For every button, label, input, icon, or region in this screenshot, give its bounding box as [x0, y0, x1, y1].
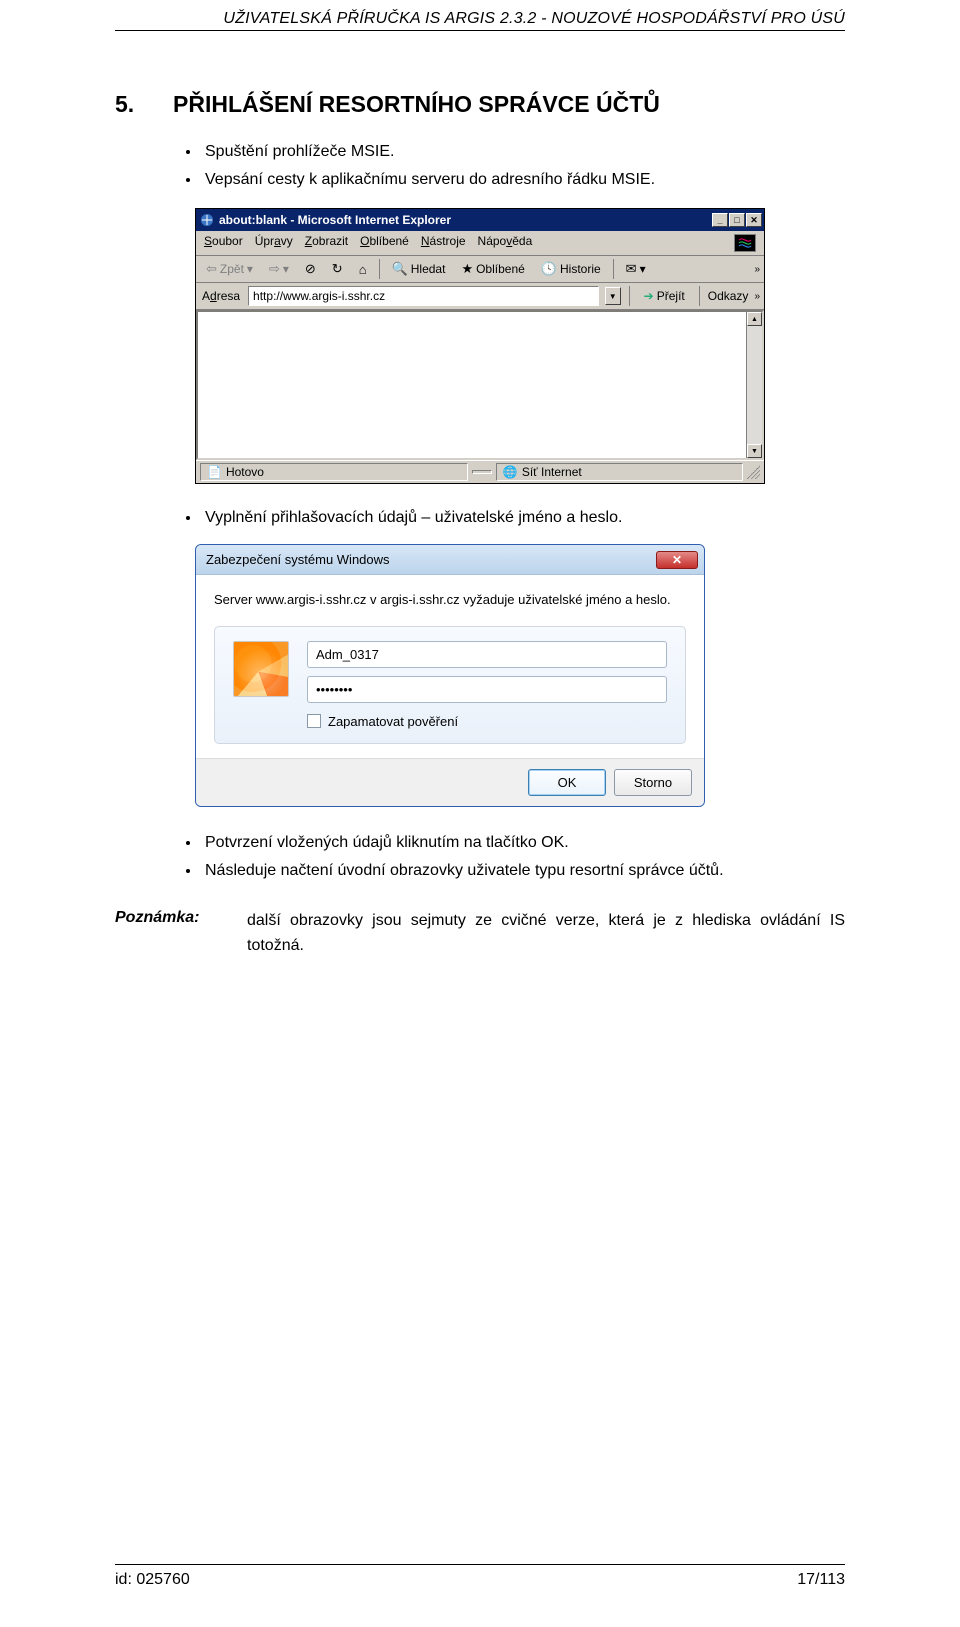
user-avatar — [233, 641, 289, 697]
list-item: Vepsání cesty k aplikačnímu serveru do a… — [201, 168, 845, 192]
arrow-left-icon: ⇦ — [206, 261, 217, 277]
forward-button[interactable]: ⇨▾ — [263, 259, 295, 279]
mail-button[interactable]: ✉▾ — [620, 259, 652, 279]
history-button[interactable]: 🕓Historie — [535, 259, 607, 279]
address-dropdown[interactable]: ▼ — [605, 287, 621, 305]
favorites-button[interactable]: ★Oblíbené — [455, 259, 530, 279]
list-item: Vyplnění přihlašovacích údajů – uživatel… — [201, 506, 845, 530]
ie-content-area: ▲ ▼ — [196, 310, 764, 460]
links-overflow[interactable]: » — [754, 291, 760, 302]
menu-soubor[interactable]: Soubor — [204, 234, 243, 252]
note-row: Poznámka: další obrazovky jsou sejmuty z… — [115, 909, 845, 959]
go-icon: ➔ — [644, 289, 654, 303]
status-right: 🌐 Síť Internet — [496, 463, 743, 481]
username-field[interactable] — [307, 641, 667, 668]
dialog-footer: OK Storno — [196, 758, 704, 806]
dialog-close-button[interactable]: ✕ — [656, 551, 698, 569]
section-number: 5. — [115, 91, 173, 118]
status-left: 📄 Hotovo — [200, 463, 468, 481]
maximize-button[interactable]: □ — [729, 213, 745, 227]
menu-napoveda[interactable]: Nápověda — [478, 234, 533, 252]
go-button[interactable]: ➔Přejít — [638, 287, 691, 305]
history-icon: 🕓 — [541, 261, 557, 277]
stop-icon: ⊘ — [305, 261, 316, 277]
ie-throbber — [734, 234, 756, 252]
dialog-titlebar: Zabezpečení systému Windows ✕ — [196, 545, 704, 575]
close-button[interactable]: ✕ — [746, 213, 762, 227]
home-button[interactable]: ⌂ — [353, 260, 373, 279]
footer-rule — [115, 1564, 845, 1565]
menu-upravy[interactable]: Úpravy — [255, 234, 293, 252]
stop-button[interactable]: ⊘ — [299, 259, 322, 279]
footer-id: id: 025760 — [115, 1571, 190, 1589]
refresh-icon: ↻ — [332, 261, 343, 277]
ie-screenshot: about:blank - Microsoft Internet Explore… — [195, 208, 765, 484]
mail-icon: ✉ — [626, 261, 637, 277]
note-text: další obrazovky jsou sejmuty ze cvičné v… — [247, 909, 845, 959]
credentials-dialog-screenshot: Zabezpečení systému Windows ✕ Server www… — [195, 544, 705, 807]
star-icon: ★ — [461, 261, 473, 277]
password-field[interactable] — [307, 676, 667, 703]
section-title: PŘIHLÁŠENÍ RESORTNÍHO SPRÁVCE ÚČTŮ — [173, 91, 660, 118]
ie-statusbar: 📄 Hotovo 🌐 Síť Internet — [196, 460, 764, 483]
toolbar-overflow[interactable]: » — [754, 264, 760, 275]
menu-nastroje[interactable]: Nástroje — [421, 234, 466, 252]
links-label[interactable]: Odkazy — [708, 289, 749, 303]
bullet-list-1: Spuštění prohlížeče MSIE. Vepsání cesty … — [173, 140, 845, 192]
page-footer: id: 025760 17/113 — [115, 1564, 845, 1589]
ie-toolbar: ⇦Zpět ▾ ⇨▾ ⊘ ↻ ⌂ 🔍Hledat ★Oblíbené 🕓Hist… — [196, 256, 764, 283]
remember-checkbox[interactable] — [307, 714, 321, 728]
ie-title-text: about:blank - Microsoft Internet Explore… — [219, 213, 451, 227]
menu-oblibene[interactable]: Oblíbené — [360, 234, 409, 252]
address-label: Adresa — [200, 289, 242, 303]
ie-addressbar: Adresa http://www.argis-i.sshr.cz ▼ ➔Pře… — [196, 283, 764, 310]
list-item: Potvrzení vložených údajů kliknutím na t… — [201, 831, 845, 855]
arrow-right-icon: ⇨ — [269, 261, 280, 277]
ie-titlebar: about:blank - Microsoft Internet Explore… — [196, 209, 764, 231]
page-icon: 📄 — [207, 465, 222, 479]
globe-icon: 🌐 — [503, 465, 518, 479]
note-label: Poznámka: — [115, 909, 233, 959]
list-item: Spuštění prohlížeče MSIE. — [201, 140, 845, 164]
home-icon: ⌂ — [359, 262, 367, 277]
section-heading: 5. PŘIHLÁŠENÍ RESORTNÍHO SPRÁVCE ÚČTŮ — [115, 91, 845, 118]
bullet-list-2: Vyplnění přihlašovacích údajů – uživatel… — [173, 506, 845, 530]
footer-page: 17/113 — [797, 1571, 845, 1589]
resize-grip[interactable] — [747, 465, 760, 479]
header-rule — [115, 30, 845, 31]
address-input[interactable]: http://www.argis-i.sshr.cz — [248, 286, 599, 306]
dialog-title: Zabezpečení systému Windows — [206, 552, 390, 567]
menu-zobrazit[interactable]: Zobrazit — [305, 234, 348, 252]
back-button[interactable]: ⇦Zpět ▾ — [200, 259, 259, 279]
minimize-button[interactable]: _ — [712, 213, 728, 227]
vertical-scrollbar[interactable]: ▲ ▼ — [746, 312, 762, 458]
ie-menubar: Soubor Úpravy Zobrazit Oblíbené Nástroje… — [196, 231, 764, 256]
dialog-message: Server www.argis-i.sshr.cz v argis-i.ssh… — [214, 591, 686, 610]
search-icon: 🔍 — [392, 261, 408, 277]
ok-button[interactable]: OK — [528, 769, 606, 796]
list-item: Následuje načtení úvodní obrazovky uživa… — [201, 859, 845, 883]
cancel-button[interactable]: Storno — [614, 769, 692, 796]
page-header: UŽIVATELSKÁ PŘÍRUČKA IS ARGIS 2.3.2 - NO… — [115, 10, 845, 28]
refresh-button[interactable]: ↻ — [326, 259, 349, 279]
bullet-list-3: Potvrzení vložených údajů kliknutím na t… — [173, 831, 845, 883]
remember-label: Zapamatovat pověření — [328, 714, 458, 729]
credentials-card: Zapamatovat pověření — [214, 626, 686, 744]
search-button[interactable]: 🔍Hledat — [386, 259, 452, 279]
ie-icon — [200, 213, 214, 227]
